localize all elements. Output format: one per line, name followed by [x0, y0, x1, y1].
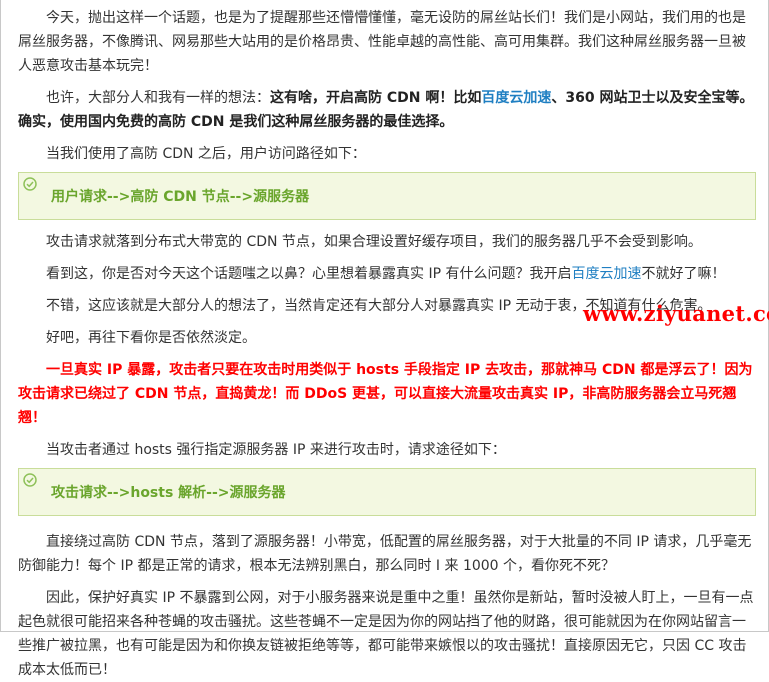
paragraph-warning: 一旦真实 IP 暴露，攻击者只要在攻击时用类似于 hosts 手段指定 IP 去…: [18, 362, 753, 426]
callout-user-path-text: 用户请求-->高防 CDN 节点-->源服务器: [51, 189, 310, 205]
paragraph-bypass: 直接绕过高防 CDN 节点，落到了源服务器！小带宽，低配置的屌丝服务器，对于大批…: [18, 534, 752, 574]
paragraph-stay-calm: 好吧，再往下看你是否依然淡定。: [46, 330, 256, 346]
paragraph-attack-path-intro: 当攻击者通过 hosts 强行指定源服务器 IP 来进行攻击时，请求途径如下：: [46, 442, 506, 458]
check-circle-icon: [23, 177, 37, 191]
opinion-lead: 也许，大部分人和我有一样的想法：: [46, 90, 270, 106]
callout-attack-path-text: 攻击请求-->hosts 解析-->源服务器: [51, 485, 286, 501]
paragraph-path-intro: 当我们使用了高防 CDN 之后，用户访问路径如下：: [46, 146, 366, 162]
question-text-a: 看到这，你是否对今天这个话题嗤之以鼻？心里想着暴露真实 IP 有什么问题？我开启: [46, 266, 572, 282]
paragraph-intro: 今天，抛出这样一个话题，也是为了提醒那些还懵懵懂懂，毫无设防的屌丝站长们！我们是…: [18, 10, 746, 74]
site-watermark: www.ziyuanet.com: [583, 301, 769, 326]
callout-user-path: 用户请求-->高防 CDN 节点-->源服务器: [18, 172, 756, 220]
opinion-bold-a: 这有啥，开启高防 CDN 啊！比如: [270, 90, 482, 106]
callout-attack-path: 攻击请求-->hosts 解析-->源服务器: [18, 468, 756, 516]
paragraph-question: 看到这，你是否对今天这个话题嗤之以鼻？心里想着暴露真实 IP 有什么问题？我开启…: [18, 262, 756, 286]
baidu-yunjiasu-link-2[interactable]: 百度云加速: [571, 266, 641, 282]
paragraph-cdn-effect: 攻击请求就落到分布式大带宽的 CDN 节点，如果合理设置好缓存项目，我们的服务器…: [46, 234, 702, 250]
paragraph-opinion: 也许，大部分人和我有一样的想法：这有啥，开启高防 CDN 啊！比如百度云加速、3…: [18, 86, 756, 134]
baidu-yunjiasu-link[interactable]: 百度云加速: [481, 90, 551, 106]
question-text-b: 不就好了嘛！: [641, 266, 726, 282]
check-circle-icon: [23, 473, 37, 487]
article-body: 今天，抛出这样一个话题，也是为了提醒那些还懵懵懂懂，毫无设防的屌丝站长们！我们是…: [18, 0, 756, 682]
paragraph-conclusion: 因此，保护好真实 IP 不暴露到公网，对于小服务器来说是重中之重！虽然你是新站，…: [18, 590, 754, 678]
